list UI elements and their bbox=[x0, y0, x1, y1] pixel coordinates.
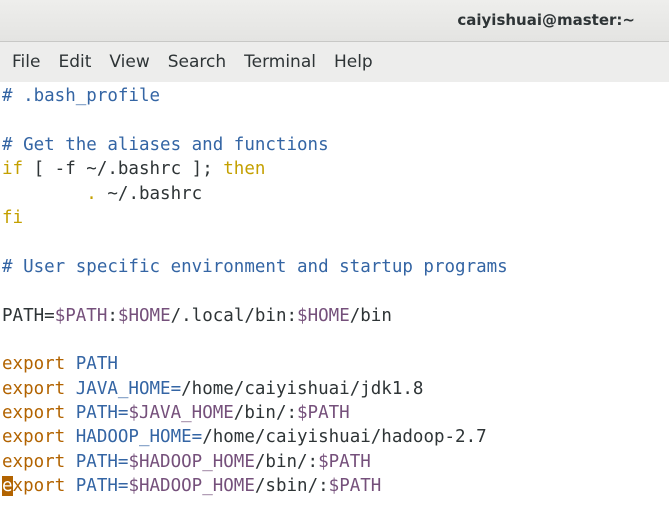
terminal-window: caiyishuai@master:~ File Edit View Searc… bbox=[0, 0, 669, 505]
variable-name: PATH= bbox=[65, 403, 129, 424]
code-text: [ -f ~/.bashrc ]; bbox=[23, 159, 224, 180]
menu-file[interactable]: File bbox=[3, 47, 49, 77]
variable-name: JAVA_HOME= bbox=[65, 378, 182, 399]
keyword-text: fi bbox=[2, 207, 24, 228]
window-title: caiyishuai@master:~ bbox=[457, 11, 635, 29]
editor-line: export PATH=$HADOOP_HOME/sbin/:$PATH bbox=[2, 474, 669, 498]
code-text: /home/caiyishuai/hadoop-2.7 bbox=[202, 427, 487, 448]
variable-name: PATH= bbox=[65, 476, 129, 497]
code-text: /sbin/: bbox=[254, 476, 329, 497]
export-keyword: export bbox=[2, 427, 66, 448]
comment-text: # User specific environment and startup … bbox=[2, 256, 508, 277]
comment-text: # Get the aliases and functions bbox=[2, 134, 329, 155]
editor-line-empty bbox=[2, 108, 669, 132]
export-keyword: export bbox=[2, 451, 66, 472]
variable-text: $HOME bbox=[117, 305, 171, 326]
editor-line: if [ -f ~/.bashrc ]; then bbox=[2, 157, 669, 181]
code-text: /.local/bin: bbox=[170, 305, 298, 326]
export-keyword: xport bbox=[12, 476, 66, 497]
export-keyword: export bbox=[2, 354, 66, 375]
code-text: /bin bbox=[349, 305, 392, 326]
code-text: : bbox=[107, 305, 118, 326]
terminal-text-area[interactable]: # .bash_profile # Get the aliases and fu… bbox=[0, 82, 669, 505]
text-cursor: e bbox=[2, 476, 13, 497]
variable-text: $PATH bbox=[318, 451, 371, 472]
variable-text: $HOME bbox=[297, 305, 350, 326]
editor-line-empty bbox=[2, 279, 669, 303]
editor-line: export PATH bbox=[2, 352, 669, 376]
editor-line: PATH=$PATH:$HOME/.local/bin:$HOME/bin bbox=[2, 304, 669, 328]
keyword-text: then bbox=[223, 159, 266, 180]
menu-help[interactable]: Help bbox=[325, 47, 382, 77]
variable-name: PATH bbox=[65, 354, 118, 375]
editor-line: fi bbox=[2, 206, 669, 230]
menu-search[interactable]: Search bbox=[159, 47, 235, 77]
menu-terminal[interactable]: Terminal bbox=[235, 47, 325, 77]
keyword-text: if bbox=[2, 159, 24, 180]
variable-name: HADOOP_HOME= bbox=[65, 427, 203, 448]
menu-view[interactable]: View bbox=[100, 47, 158, 77]
code-text: /bin/: bbox=[254, 451, 319, 472]
variable-text: $PATH bbox=[328, 476, 382, 497]
menu-bar: File Edit View Search Terminal Help bbox=[0, 42, 669, 82]
editor-line-empty bbox=[2, 328, 669, 352]
code-text: PATH= bbox=[2, 305, 55, 326]
code-text: /bin/: bbox=[233, 403, 298, 424]
variable-text: $HADOOP_HOME bbox=[128, 476, 255, 497]
variable-text: $HADOOP_HOME bbox=[128, 451, 255, 472]
editor-line: export PATH=$JAVA_HOME/bin/:$PATH bbox=[2, 401, 669, 425]
editor-line: . ~/.bashrc bbox=[2, 182, 669, 206]
export-keyword: export bbox=[2, 378, 66, 399]
editor-line: export JAVA_HOME=/home/caiyishuai/jdk1.8 bbox=[2, 377, 669, 401]
code-text: /home/caiyishuai/jdk1.8 bbox=[181, 378, 424, 399]
variable-text: $PATH bbox=[54, 305, 108, 326]
variable-text: $JAVA_HOME bbox=[128, 403, 234, 424]
editor-line: export PATH=$HADOOP_HOME/bin/:$PATH bbox=[2, 450, 669, 474]
comment-text: # .bash_profile bbox=[2, 86, 161, 106]
editor-line: export HADOOP_HOME=/home/caiyishuai/hado… bbox=[2, 425, 669, 449]
code-text: ~/.bashrc bbox=[96, 183, 203, 204]
keyword-text: . bbox=[86, 183, 97, 204]
editor-line-empty bbox=[2, 230, 669, 254]
variable-text: $PATH bbox=[297, 403, 350, 424]
editor-line: # Get the aliases and functions bbox=[2, 133, 669, 157]
variable-name: PATH= bbox=[65, 451, 129, 472]
editor-line: # User specific environment and startup … bbox=[2, 255, 669, 279]
indent-text bbox=[2, 184, 86, 204]
export-keyword: export bbox=[2, 403, 66, 424]
title-bar[interactable]: caiyishuai@master:~ bbox=[0, 0, 669, 42]
editor-line: # .bash_profile bbox=[2, 84, 669, 108]
menu-edit[interactable]: Edit bbox=[49, 47, 100, 77]
